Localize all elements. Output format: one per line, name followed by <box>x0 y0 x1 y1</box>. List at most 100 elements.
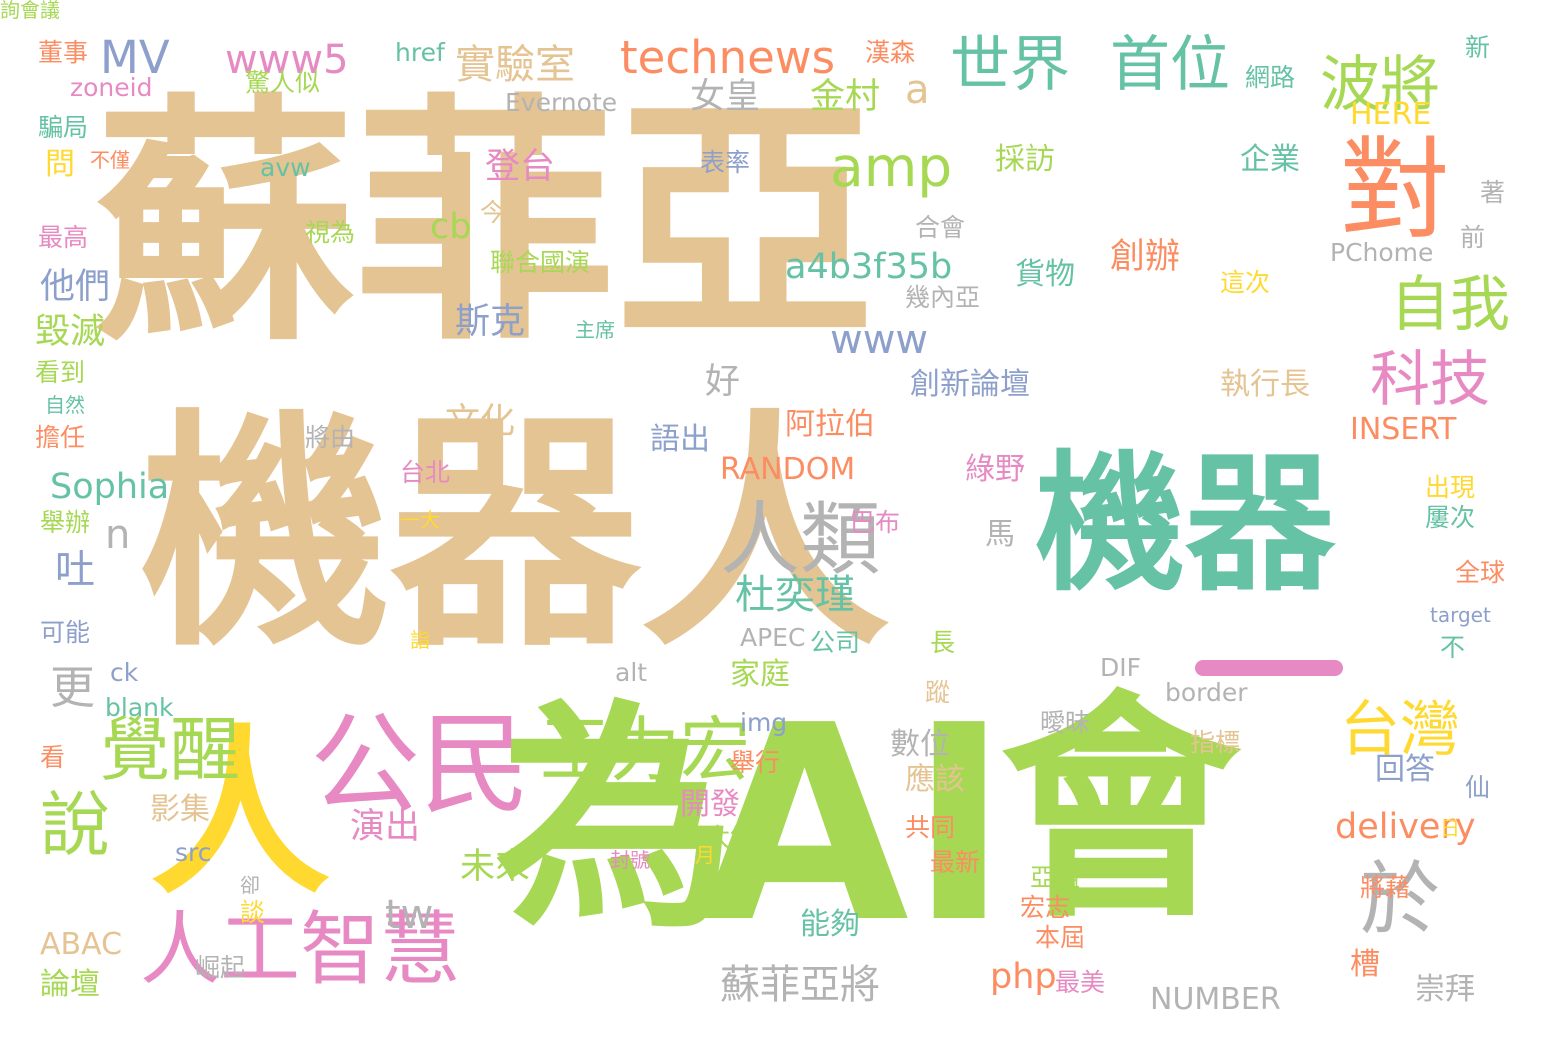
word: 日 <box>1440 816 1460 840</box>
word: 新 <box>1465 33 1491 62</box>
word: 詢會議 <box>0 0 60 22</box>
word: 馬 <box>985 517 1015 552</box>
word: 未來 <box>460 847 531 887</box>
word: 宏志 <box>1020 893 1071 922</box>
word: 論壇 <box>40 967 100 1002</box>
word: 機器 <box>1035 438 1336 612</box>
word: 仙 <box>1465 773 1491 802</box>
word: 採訪 <box>995 142 1055 177</box>
word: 曖昧 <box>1040 708 1091 737</box>
word: 前 <box>1460 223 1486 252</box>
word: 阿拉伯 <box>785 407 875 442</box>
word: 公司 <box>810 628 861 657</box>
word: 自然 <box>45 393 85 417</box>
word: 屢次 <box>1425 503 1476 532</box>
word: 最高 <box>38 223 89 252</box>
word: RANDOM <box>720 452 856 487</box>
word: 最美 <box>1055 968 1106 997</box>
word: 台灣 <box>1340 695 1460 765</box>
word: 出現 <box>1425 473 1476 502</box>
word-cloud: 蘇菲亞 機器人 機器 AI 會為人公民對人類於人工智慧 王力宏 覺醒說世界 首位 波將 自我 科技台… <box>0 0 1548 1052</box>
word: src <box>175 838 212 867</box>
word: 舉辦 <box>40 508 91 537</box>
word: 企業 <box>1240 142 1300 177</box>
word: 語出 <box>650 422 710 457</box>
word: tw <box>385 892 434 938</box>
word: 談 <box>240 898 266 927</box>
word: 吐 <box>55 547 95 593</box>
word: 卻 <box>240 873 260 897</box>
word: 執行長 <box>1220 367 1310 402</box>
word: 公民 <box>310 701 530 829</box>
word: 文化 <box>445 402 516 442</box>
word: 說 <box>40 784 110 866</box>
word: Sophia <box>50 467 170 507</box>
word: blank <box>105 693 174 722</box>
word: href <box>395 38 445 67</box>
word: www <box>830 317 929 363</box>
word: 將藉 <box>1360 873 1411 902</box>
word: 蹤 <box>925 678 951 707</box>
word: Evernote <box>505 88 618 117</box>
word: 亞太經 <box>680 823 756 852</box>
word: 聯合國演 <box>490 248 591 277</box>
word: alt <box>615 658 648 687</box>
word: 好 <box>705 362 741 402</box>
word: img <box>740 708 788 737</box>
word: 舉行 <box>730 748 781 777</box>
word: 共同 <box>905 813 956 842</box>
word: 金村 <box>810 77 881 117</box>
word: 應該 <box>905 762 965 797</box>
word: 登台 <box>485 147 556 187</box>
word: 覺醒 <box>100 709 240 791</box>
word: ck <box>110 658 139 687</box>
word: 蘇菲亞將 <box>720 962 880 1008</box>
word: 合會 <box>915 213 966 242</box>
word: 實驗室 <box>455 42 575 88</box>
word: 台北 <box>400 458 451 487</box>
word: 創新論壇 <box>910 367 1030 402</box>
word: APEC <box>740 623 806 652</box>
word: HERE <box>1350 97 1432 132</box>
word: 著 <box>1480 178 1506 207</box>
word: 長 <box>930 628 956 657</box>
word: a4b3f35b <box>785 247 953 287</box>
word: 世界 <box>950 30 1070 100</box>
word: 更 <box>50 661 96 714</box>
word: 對 <box>1340 126 1450 254</box>
word: 網路 <box>1245 63 1296 92</box>
word: 首位 <box>1110 30 1230 100</box>
word: 騙局 <box>38 113 89 142</box>
word: 開發 <box>680 787 740 822</box>
word: 幾內亞 <box>905 283 981 312</box>
word: border <box>1165 678 1248 707</box>
word: 一大 <box>400 508 440 532</box>
word: amp <box>830 135 953 199</box>
word: DIF <box>1100 653 1142 682</box>
word: 女皇 <box>690 77 761 117</box>
word: 斯克 <box>455 302 526 342</box>
word: INSERT <box>1350 412 1457 447</box>
word: 槽 <box>1350 947 1380 982</box>
word: 綠野 <box>965 452 1025 487</box>
word: 問 <box>45 147 75 182</box>
word: 漢森 <box>865 38 916 67</box>
word: 驚人似 <box>245 68 321 97</box>
word: 擔任 <box>35 423 86 452</box>
word: 能夠 <box>800 907 860 942</box>
word: php <box>990 957 1057 997</box>
word: 崛起 <box>195 953 246 982</box>
word: 全球 <box>1455 558 1506 587</box>
word: 不僅 <box>90 148 130 172</box>
word: 亞組 <box>1030 863 1081 892</box>
word: 本屆 <box>1035 923 1086 952</box>
word: 家庭 <box>730 657 790 692</box>
word: 科技 <box>1370 345 1490 415</box>
word: target <box>1430 603 1491 627</box>
word: NUMBER <box>1150 982 1281 1017</box>
word: 指標 <box>1190 728 1241 757</box>
word: ABAC <box>40 927 123 962</box>
word: zoneid <box>70 73 153 102</box>
word: 影集 <box>150 792 210 827</box>
word: 看 <box>40 743 66 772</box>
